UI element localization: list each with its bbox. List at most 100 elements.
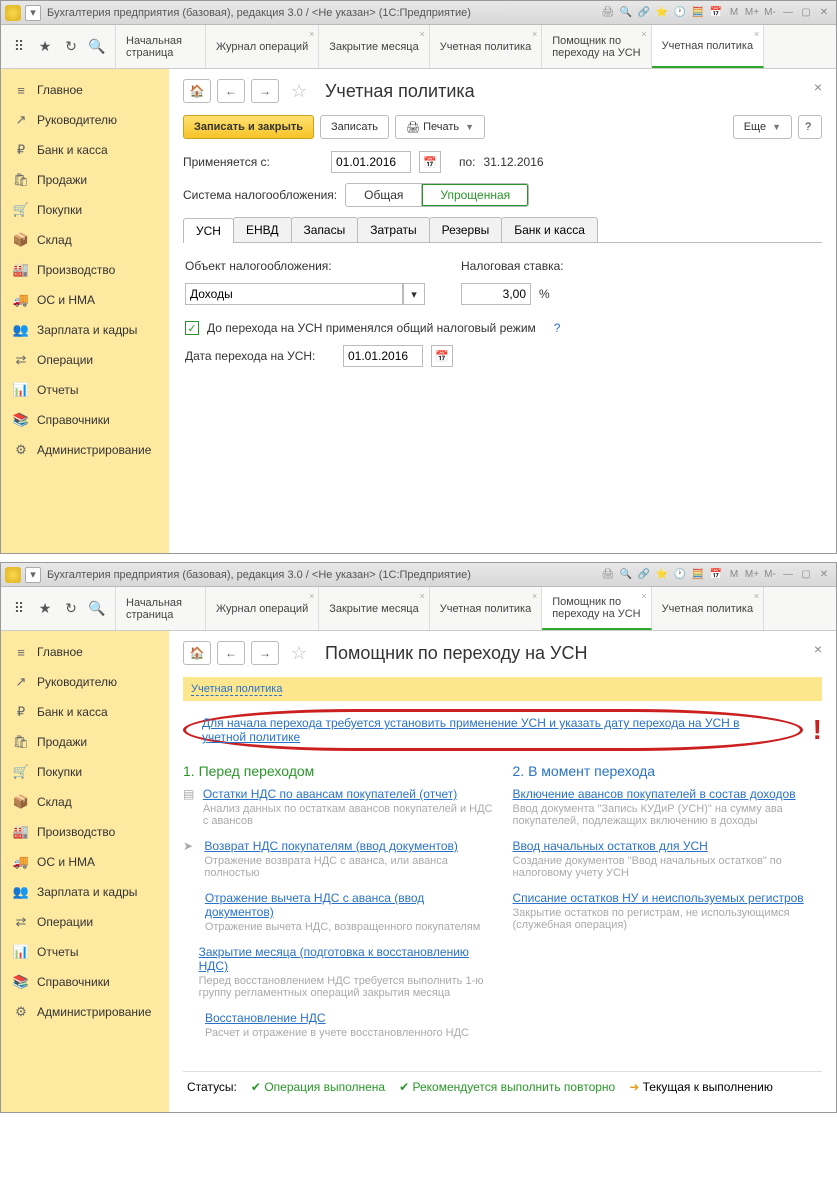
titlebar-icon[interactable]: 🖨 [600,567,616,583]
step-link[interactable]: Ввод начальных остатков для УСН [513,839,823,853]
help-button[interactable]: ? [798,115,822,139]
tab-journal[interactable]: Журнал операций× [206,587,319,630]
step-link[interactable]: Восстановление НДС [205,1011,469,1025]
favorite-icon[interactable]: ☆ [285,79,313,103]
policy-link[interactable]: Учетная политика [191,683,282,696]
sidebar-item-directories[interactable]: 📚Справочники [1,405,169,435]
sidebar-item-main[interactable]: ≡Главное [1,75,169,105]
home-button[interactable]: 🏠 [183,641,211,665]
tab-month-close[interactable]: Закрытие месяца× [319,25,430,68]
titlebar-icon[interactable]: 🧮 [690,567,706,583]
mem-m[interactable]: M [726,5,742,21]
tab-close-icon[interactable]: × [641,591,646,601]
titlebar-icon[interactable]: 🧮 [690,5,706,21]
tab-accounting-policy[interactable]: Учетная политика× [430,587,542,630]
sidebar-item-assets[interactable]: 🚚ОС и НМА [1,847,169,877]
tab-close-icon[interactable]: × [641,29,646,39]
calendar-icon[interactable]: 📅 [419,151,441,173]
tab-close-icon[interactable]: × [754,591,759,601]
titlebar-icon[interactable]: 📅 [708,5,724,21]
tab-usn-assistant-active[interactable]: Помощник по переходу на УСН× [542,587,651,630]
tab-close-icon[interactable]: × [754,29,759,39]
sidebar-item-reports[interactable]: 📊Отчеты [1,937,169,967]
sidebar-item-assets[interactable]: 🚚ОС и НМА [1,285,169,315]
tab-close-icon[interactable]: × [532,29,537,39]
dropdown-icon[interactable]: ▾ [403,283,425,305]
search-icon[interactable]: 🔍 [89,601,105,617]
search-icon[interactable]: 🔍 [89,39,105,55]
tax-object-select[interactable] [185,283,403,305]
minimize-icon[interactable]: — [780,5,796,21]
sidebar-item-production[interactable]: 🏭Производство [1,255,169,285]
maximize-icon[interactable]: ▢ [798,567,814,583]
sidebar-item-purchases[interactable]: 🛒Покупки [1,757,169,787]
titlebar-icon[interactable]: 🔍 [618,5,634,21]
tab-month-close[interactable]: Закрытие месяца× [319,587,430,630]
sidebar-item-reports[interactable]: 📊Отчеты [1,375,169,405]
titlebar-icon[interactable]: 📅 [708,567,724,583]
sidebar-item-admin[interactable]: ⚙Администрирование [1,435,169,465]
subtab-stock[interactable]: Запасы [291,217,359,242]
subtab-envd[interactable]: ЕНВД [233,217,292,242]
titlebar-icon[interactable]: 🖨 [600,5,616,21]
titlebar-icon[interactable]: 🕐 [672,5,688,21]
tab-close-icon[interactable]: × [309,591,314,601]
calendar-icon[interactable]: 📅 [431,345,453,367]
apps-icon[interactable]: ⠿ [11,601,27,617]
seg-simplified[interactable]: Упрощенная [422,183,529,207]
mem-mplus[interactable]: M+ [744,5,760,21]
titlebar-icon[interactable]: 🔗 [636,567,652,583]
sidebar-item-salary[interactable]: 👥Зарплата и кадры [1,315,169,345]
tab-accounting-policy-active[interactable]: Учетная политика× [652,25,764,68]
transition-date-input[interactable] [343,345,423,367]
star-icon[interactable]: ★ [37,39,53,55]
titlebar-dropdown[interactable]: ▾ [25,5,41,21]
forward-button[interactable]: → [251,641,279,665]
seg-general[interactable]: Общая [345,183,422,207]
hint-icon[interactable]: ? [554,321,561,335]
tab-accounting-policy[interactable]: Учетная политика× [430,25,542,68]
close-icon[interactable]: ✕ [816,567,832,583]
back-button[interactable]: ← [217,641,245,665]
tab-close-icon[interactable]: × [419,591,424,601]
tab-usn-assistant[interactable]: Помощник по переходу на УСН× [542,25,651,68]
back-button[interactable]: ← [217,79,245,103]
tab-close-icon[interactable]: × [532,591,537,601]
mem-mminus[interactable]: M- [762,567,778,583]
subtab-usn[interactable]: УСН [183,218,234,243]
step-link[interactable]: Возврат НДС покупателям (ввод документов… [204,839,492,853]
step-link[interactable]: Остатки НДС по авансам покупателей (отче… [203,787,493,801]
sidebar-item-operations[interactable]: ⇄Операции [1,907,169,937]
titlebar-icon[interactable]: 🔍 [618,567,634,583]
maximize-icon[interactable]: ▢ [798,5,814,21]
home-button[interactable]: 🏠 [183,79,211,103]
sidebar-item-salary[interactable]: 👥Зарплата и кадры [1,877,169,907]
sidebar-item-bank[interactable]: ₽Банк и касса [1,697,169,727]
sidebar-item-warehouse[interactable]: 📦Склад [1,787,169,817]
titlebar-icon[interactable]: 🔗 [636,5,652,21]
tab-close-icon[interactable]: × [309,29,314,39]
star-icon[interactable]: ★ [37,601,53,617]
history-icon[interactable]: ↻ [63,601,79,617]
sidebar-item-purchases[interactable]: 🛒Покупки [1,195,169,225]
sidebar-item-manager[interactable]: ↗Руководителю [1,105,169,135]
warning-text[interactable]: Для начала перехода требуется установить… [183,709,803,751]
page-close-icon[interactable]: × [814,79,822,95]
tab-accounting-policy[interactable]: Учетная политика× [652,587,764,630]
more-button[interactable]: Еще▼ [733,115,792,139]
checkbox-prior-regime[interactable]: ✓ [185,321,199,335]
mem-mminus[interactable]: M- [762,5,778,21]
apps-icon[interactable]: ⠿ [11,39,27,55]
favorite-icon[interactable]: ☆ [285,641,313,665]
tab-home[interactable]: Начальная страница [116,587,206,630]
subtab-costs[interactable]: Затраты [357,217,429,242]
titlebar-dropdown[interactable]: ▾ [25,567,41,583]
sidebar-item-manager[interactable]: ↗Руководителю [1,667,169,697]
close-icon[interactable]: ✕ [816,5,832,21]
titlebar-icon[interactable]: 🕐 [672,567,688,583]
sidebar-item-directories[interactable]: 📚Справочники [1,967,169,997]
sidebar-item-operations[interactable]: ⇄Операции [1,345,169,375]
tab-journal[interactable]: Журнал операций× [206,25,319,68]
titlebar-icon[interactable]: ⭐ [654,5,670,21]
titlebar-icon[interactable]: ⭐ [654,567,670,583]
